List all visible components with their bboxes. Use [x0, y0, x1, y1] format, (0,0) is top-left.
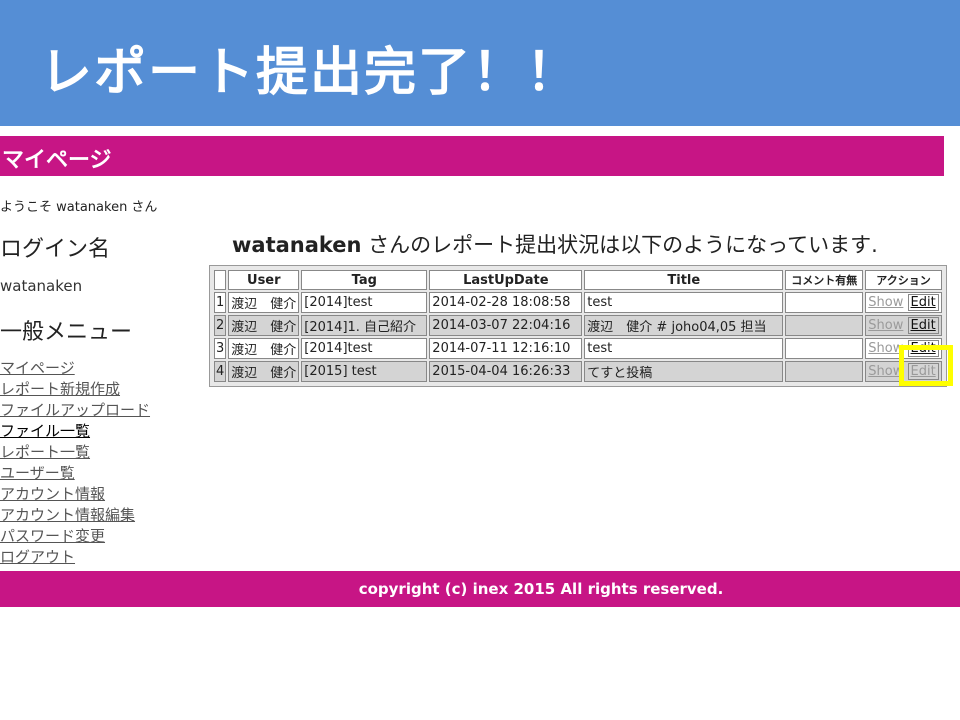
sidebar-item-mypage: マイページ — [0, 357, 150, 378]
row-number: 4 — [214, 361, 227, 382]
footer: copyright (c) inex 2015 All rights reser… — [0, 571, 960, 607]
menu-link-new-report[interactable]: レポート新規作成 — [0, 380, 120, 398]
slide-banner: レポート提出完了！！ — [0, 0, 960, 126]
col-header-action: アクション — [865, 270, 942, 290]
col-header-num — [214, 270, 227, 290]
page-header: マイページ — [0, 136, 944, 176]
row-user: 渡辺 健介 — [228, 292, 300, 313]
row-user: 渡辺 健介 — [228, 315, 300, 336]
menu-link-account-info[interactable]: アカウント情報 — [0, 485, 105, 503]
sidebar-item-file-upload: ファイルアップロード — [0, 399, 150, 420]
row-title: test — [584, 338, 784, 359]
row-comment — [785, 315, 864, 336]
row-title: 渡辺 健介 # joho04,05 担当 — [584, 315, 784, 336]
report-status-heading: watanaken さんのレポート提出状況は以下のようになっています. — [232, 229, 878, 259]
row-lastupdate: 2014-03-07 22:04:16 — [429, 315, 583, 336]
sidebar-item-new-report: レポート新規作成 — [0, 378, 150, 399]
sidebar-item-logout: ログアウト — [0, 546, 150, 567]
table-row: 2 渡辺 健介 [2014]1. 自己紹介 2014-03-07 22:04:1… — [214, 315, 942, 336]
edit-link[interactable]: Edit — [907, 294, 939, 311]
sidebar-item-account-info: アカウント情報 — [0, 483, 150, 504]
menu-link-password-change[interactable]: パスワード変更 — [0, 527, 105, 545]
login-name: watanaken — [0, 277, 83, 295]
row-lastupdate: 2015-04-04 16:26:33 — [429, 361, 583, 382]
sidebar-item-user-list: ユーザー覧 — [0, 462, 150, 483]
report-table-grid: User Tag LastUpDate Title コメント有無 アクション 1… — [212, 268, 944, 384]
row-number: 1 — [214, 292, 227, 313]
table-row: 3 渡辺 健介 [2014]test 2014-07-11 12:16:10 t… — [214, 338, 942, 359]
col-header-tag: Tag — [301, 270, 428, 290]
row-lastupdate: 2014-07-11 12:16:10 — [429, 338, 583, 359]
menu-link-user-list[interactable]: ユーザー覧 — [0, 464, 75, 482]
row-number: 2 — [214, 315, 227, 336]
menu-link-account-edit[interactable]: アカウント情報編集 — [0, 506, 135, 524]
footer-copyright: copyright (c) inex 2015 All rights reser… — [358, 580, 724, 598]
row-comment — [785, 292, 864, 313]
row-title: てすと投稿 — [584, 361, 784, 382]
report-table: User Tag LastUpDate Title コメント有無 アクション 1… — [209, 265, 947, 387]
sidebar-item-account-edit: アカウント情報編集 — [0, 504, 150, 525]
row-tag: [2014]1. 自己紹介 — [301, 315, 428, 336]
show-link[interactable]: Show — [868, 318, 903, 333]
col-header-comment: コメント有無 — [785, 270, 864, 290]
row-number: 3 — [214, 338, 227, 359]
menu-link-mypage[interactable]: マイページ — [0, 359, 75, 377]
status-text: さんのレポート提出状況は以下のようになっています. — [361, 233, 878, 257]
row-comment — [785, 338, 864, 359]
row-user: 渡辺 健介 — [228, 361, 300, 382]
menu-link-report-list[interactable]: レポート一覧 — [0, 443, 90, 461]
row-user: 渡辺 健介 — [228, 338, 300, 359]
edit-link[interactable]: Edit — [907, 317, 939, 334]
menu-link-file-upload[interactable]: ファイルアップロード — [0, 401, 150, 419]
table-header-row: User Tag LastUpDate Title コメント有無 アクション — [214, 270, 942, 290]
row-tag: [2014]test — [301, 338, 428, 359]
row-comment — [785, 361, 864, 382]
row-actions: Show Edit — [865, 292, 942, 313]
slide-title: レポート提出完了！！ — [40, 43, 581, 103]
col-header-title: Title — [584, 270, 784, 290]
show-link[interactable]: Show — [868, 295, 903, 310]
sidebar-item-password-change: パスワード変更 — [0, 525, 150, 546]
menu-heading: 一般メニュー — [0, 320, 133, 345]
row-tag: [2015] test — [301, 361, 428, 382]
sidebar-item-file-list: ファイル一覧 — [0, 420, 150, 441]
menu-link-logout[interactable]: ログアウト — [0, 548, 75, 566]
welcome-message: ようこそ watanaken さん — [0, 200, 158, 215]
row-title: test — [584, 292, 784, 313]
col-header-user: User — [228, 270, 300, 290]
status-username: watanaken — [232, 233, 362, 257]
login-heading: ログイン名 — [0, 237, 111, 262]
row-actions: Show Edit — [865, 315, 942, 336]
table-row: 1 渡辺 健介 [2014]test 2014-02-28 18:08:58 t… — [214, 292, 942, 313]
sidebar-item-report-list: レポート一覧 — [0, 441, 150, 462]
highlight-box — [899, 345, 953, 386]
sidebar-menu: マイページ レポート新規作成 ファイルアップロード ファイル一覧 レポート一覧 … — [0, 357, 150, 567]
page-title: マイページ — [2, 148, 112, 173]
table-row: 4 渡辺 健介 [2015] test 2015-04-04 16:26:33 … — [214, 361, 942, 382]
row-tag: [2014]test — [301, 292, 428, 313]
row-lastupdate: 2014-02-28 18:08:58 — [429, 292, 583, 313]
menu-link-file-list[interactable]: ファイル一覧 — [0, 422, 90, 440]
col-header-lastupdate: LastUpDate — [429, 270, 583, 290]
